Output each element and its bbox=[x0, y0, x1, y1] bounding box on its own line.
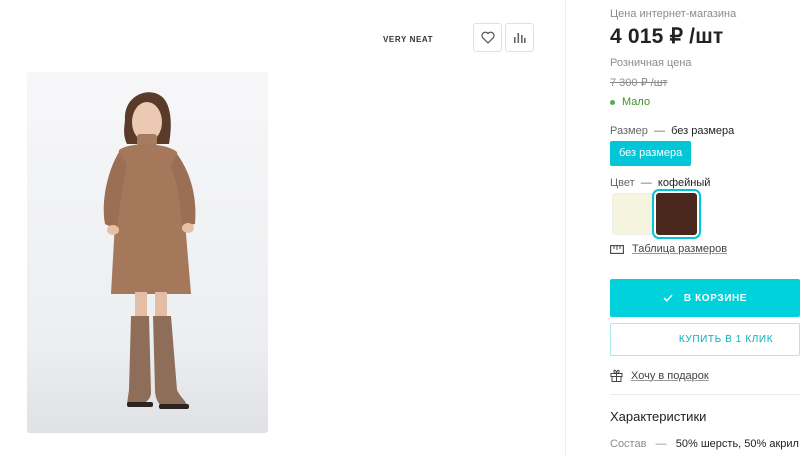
color-value: кофейный bbox=[657, 177, 711, 189]
color-label: Цвет bbox=[610, 177, 635, 189]
brand-name[interactable]: VERY NEAT bbox=[383, 35, 433, 44]
gift-link-text: Хочу в подарок bbox=[631, 369, 709, 382]
section-divider bbox=[610, 394, 800, 395]
composition-separator: — bbox=[655, 438, 667, 450]
bar-chart-icon bbox=[514, 33, 526, 43]
in-cart-button-label: В КОРЗИНЕ bbox=[683, 292, 748, 304]
composition-value: 50% шерсть, 50% акрил bbox=[675, 438, 799, 450]
compare-button[interactable] bbox=[505, 23, 534, 52]
composition-label: Состав bbox=[610, 438, 647, 450]
stock-status-text: Мало bbox=[622, 96, 651, 108]
characteristics-title: Характеристики bbox=[610, 409, 707, 424]
model-in-dress-image bbox=[27, 72, 268, 433]
color-swatch-cream[interactable] bbox=[612, 193, 653, 235]
gift-icon bbox=[610, 369, 623, 382]
retail-price: 7 300 ₽ /шт bbox=[610, 77, 668, 89]
size-label: Размер bbox=[610, 125, 648, 137]
gift-link[interactable]: Хочу в подарок bbox=[610, 369, 709, 382]
size-value: без размера bbox=[671, 125, 735, 137]
stock-status: Мало bbox=[610, 96, 650, 108]
column-divider bbox=[565, 0, 566, 455]
retail-price-label: Розничная цена bbox=[610, 57, 692, 69]
checkmark-icon bbox=[663, 294, 673, 302]
size-option-chip[interactable]: без размера bbox=[610, 141, 692, 166]
online-price-label: Цена интернет-магазина bbox=[610, 8, 737, 20]
size-row: Размер — без размера bbox=[610, 125, 734, 137]
color-swatch-coffee[interactable] bbox=[652, 189, 701, 239]
size-separator: — bbox=[653, 125, 665, 137]
ruler-icon bbox=[610, 244, 624, 254]
size-table-link-text: Таблица размеров bbox=[632, 243, 728, 255]
composition-row: Состав — 50% шерсть, 50% акрил bbox=[610, 438, 799, 450]
buy-one-click-button[interactable]: КУПИТЬ В 1 КЛИК bbox=[610, 323, 800, 356]
product-photo[interactable] bbox=[27, 72, 268, 433]
size-table-link[interactable]: Таблица размеров bbox=[610, 243, 727, 255]
stock-dot-icon bbox=[610, 99, 615, 105]
online-price: 4 015 ₽ /шт bbox=[610, 25, 724, 48]
color-row: Цвет — кофейный bbox=[610, 177, 710, 189]
in-cart-button[interactable]: В КОРЗИНЕ bbox=[610, 279, 800, 317]
favorite-button[interactable] bbox=[473, 23, 502, 52]
color-separator: — bbox=[640, 177, 652, 189]
heart-icon bbox=[480, 31, 495, 44]
